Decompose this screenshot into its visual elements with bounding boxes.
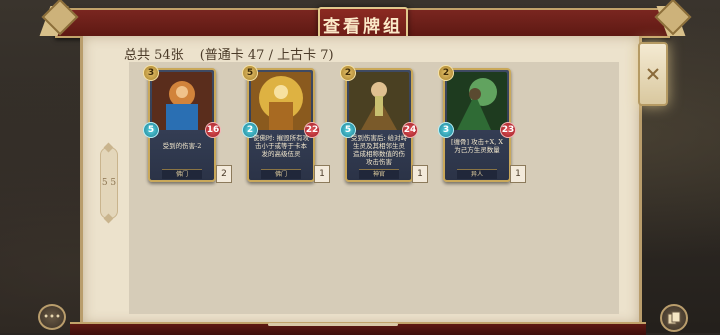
card-count: 1: [510, 165, 526, 183]
close-icon: [647, 68, 659, 80]
card-3[interactable]: 2 5 24 受到伤害后: 给对峙生灵及其相邻生灵造成相称数值的伤攻击伤害 神官: [340, 65, 418, 182]
card-count: 1: [314, 165, 330, 183]
card-art: [349, 72, 409, 130]
card-4[interactable]: 2 3 23 [缠骨] 攻击+X, X为己方生灵数量 异人: [438, 65, 516, 182]
card-1[interactable]: 3 5 16 受到的伤害-2 佛门: [143, 65, 221, 182]
card-count: 2: [216, 165, 232, 183]
deck-button[interactable]: [660, 304, 688, 332]
card-2[interactable]: 5 2 22 使佛时: 摧毁所有攻击小于或等于卡本发的高级伍灵 佛门: [242, 65, 320, 182]
page-indicator[interactable]: 5 5: [100, 147, 118, 219]
card-cost: 2: [340, 65, 356, 81]
deck-total: 总共 54张: [124, 48, 184, 63]
card-cost: 5: [242, 65, 258, 81]
card-tag: 佛门: [261, 169, 301, 179]
menu-icon: •••: [43, 311, 61, 323]
card-tag: 神官: [359, 169, 399, 179]
card-description: 使佛时: 摧毁所有攻击小于或等于卡本发的高级伍灵: [252, 134, 310, 158]
card-description: [缠骨] 攻击+X, X为己方生灵数量: [451, 138, 503, 154]
horizontal-scrollbar[interactable]: [268, 323, 398, 326]
menu-button[interactable]: •••: [38, 304, 66, 330]
card-cost: 3: [143, 65, 159, 81]
deck-breakdown: (普通卡 47 / 上古卡 7): [199, 48, 334, 63]
card-tag: 佛门: [162, 169, 202, 179]
card-tag: 异人: [457, 169, 497, 179]
card-count: 1: [412, 165, 428, 183]
card-description: 受到伤害后: 给对峙生灵及其相邻生灵造成相称数值的伤攻击伤害: [350, 134, 408, 166]
card-cost: 2: [438, 65, 454, 81]
card-art: [152, 72, 212, 130]
deck-summary: 总共 54张 (普通卡 47 / 上古卡 7): [124, 44, 334, 63]
page-indicator-label: 5 5: [101, 178, 117, 188]
deck-icon: [667, 311, 681, 325]
close-button[interactable]: [638, 42, 668, 106]
card-art: [251, 72, 311, 130]
card-art: [447, 72, 507, 130]
